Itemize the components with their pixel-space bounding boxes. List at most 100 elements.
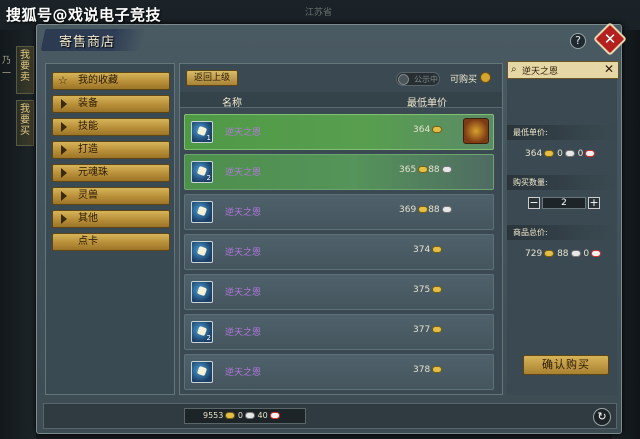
unit-price-value: 364 0 0 xyxy=(525,149,596,159)
category-label: 灵兽 xyxy=(78,190,98,201)
listing-header: 名称 最低单价 xyxy=(180,92,502,109)
expand-arrow-icon xyxy=(61,168,67,178)
quantity-field[interactable]: 2 xyxy=(542,197,586,209)
item-name: 逆天之恩 xyxy=(225,288,262,298)
listing-row[interactable]: 2 逆天之恩 377 xyxy=(184,314,494,350)
silver-coin-icon xyxy=(441,206,452,213)
category-equipment[interactable]: 装备 xyxy=(52,95,170,113)
quantity-section: 购买数量: xyxy=(507,175,617,190)
gold-coin-icon xyxy=(544,250,555,257)
item-name: 逆天之恩 xyxy=(225,368,262,378)
toggle-knob xyxy=(398,74,409,85)
item-icon xyxy=(191,281,213,303)
item-price: 369 88 xyxy=(399,205,452,215)
total-price-section: 商品总价: xyxy=(507,225,617,240)
category-pets[interactable]: 灵兽 xyxy=(52,187,170,205)
item-icon: 2 xyxy=(191,161,213,183)
star-icon: ☆ xyxy=(58,74,68,87)
listing-row[interactable]: 逆天之恩 375 xyxy=(184,274,494,310)
refresh-button[interactable]: ↻ xyxy=(593,408,611,426)
item-price: 364 xyxy=(413,125,443,135)
item-name: 逆天之恩 xyxy=(225,248,262,258)
bound-coin-icon xyxy=(591,250,602,257)
category-forging[interactable]: 打造 xyxy=(52,141,170,159)
side-hint-text: 乃一 xyxy=(2,56,12,79)
listing-row[interactable]: 2 逆天之恩 365 88 xyxy=(184,154,494,190)
item-icon xyxy=(191,241,213,263)
expand-arrow-icon xyxy=(61,145,67,155)
bound-coin-icon xyxy=(585,150,596,157)
purchase-panel: ⌕ 逆天之恩 ✕ 最低单价: 364 0 0 购买数量: − 2 + 商品总价:… xyxy=(507,61,619,395)
item-price: 365 88 xyxy=(399,165,452,175)
item-name: 逆天之恩 xyxy=(225,208,262,218)
back-button[interactable]: 返回上级 xyxy=(186,70,238,86)
gold-coin-icon xyxy=(418,206,429,213)
category-label: 元魂珠 xyxy=(78,167,108,178)
item-icon xyxy=(191,201,213,223)
merchant-icon xyxy=(463,118,489,144)
listing-row[interactable]: 逆天之恩 369 88 xyxy=(184,194,494,230)
category-other[interactable]: 其他 xyxy=(52,210,170,228)
listing-row[interactable]: 逆天之恩 374 xyxy=(184,234,494,270)
search-input[interactable]: ⌕ 逆天之恩 ✕ xyxy=(507,61,619,79)
category-soul-beads[interactable]: 元魂珠 xyxy=(52,164,170,182)
expand-arrow-icon xyxy=(61,122,67,132)
item-icon xyxy=(191,361,213,383)
item-icon: 2 xyxy=(191,321,213,343)
gold-coin-icon xyxy=(432,126,443,133)
category-panel: ☆ 我的收藏 装备 技能 打造 元魂珠 灵兽 其他 点卡 xyxy=(45,63,175,395)
category-label: 装备 xyxy=(78,98,98,109)
item-price: 378 xyxy=(413,365,443,375)
tab-sell[interactable]: 我要卖 xyxy=(16,46,34,94)
gold-coin-icon xyxy=(432,366,443,373)
listing-row[interactable]: 1 逆天之恩 364 xyxy=(184,114,494,150)
background-location-text: 江苏省 xyxy=(305,8,333,18)
expand-arrow-icon xyxy=(61,99,67,109)
category-label: 我的收藏 xyxy=(78,75,118,86)
silver-coin-icon xyxy=(245,412,255,419)
window-title: 寄售商店 xyxy=(59,35,116,50)
silver-coin-icon xyxy=(564,150,575,157)
wallet-bar: 9553 0 40 ↻ xyxy=(43,403,617,429)
gold-coin-icon xyxy=(432,246,443,253)
silver-coin-icon xyxy=(570,250,581,257)
clear-search-icon[interactable]: ✕ xyxy=(604,62,614,76)
category-label: 点卡 xyxy=(78,236,98,247)
category-favorites[interactable]: ☆ 我的收藏 xyxy=(52,72,170,90)
item-price: 374 xyxy=(413,245,443,255)
publicity-toggle[interactable]: 公示中 xyxy=(396,72,440,86)
quantity-decrease-button[interactable]: − xyxy=(528,197,540,209)
gold-coin-icon xyxy=(544,150,555,157)
item-price: 377 xyxy=(413,325,443,335)
header-price: 最低单价 xyxy=(407,98,447,109)
tab-buy[interactable]: 我要买 xyxy=(16,100,34,146)
search-value: 逆天之恩 xyxy=(522,67,559,77)
consignment-shop-window: 寄售商店 ? ✕ ☆ 我的收藏 装备 技能 打造 元魂珠 灵兽 其他 点卡 返回上… xyxy=(36,22,627,434)
header-name: 名称 xyxy=(222,98,242,109)
buyable-label: 可购买 xyxy=(450,75,478,85)
gold-coin-icon xyxy=(432,326,443,333)
wallet-balance: 9553 0 40 xyxy=(184,408,306,424)
total-price-value: 729 88 0 xyxy=(525,249,602,259)
gold-coin-icon xyxy=(418,166,429,173)
help-button[interactable]: ? xyxy=(570,33,586,49)
category-point-cards[interactable]: 点卡 xyxy=(52,233,170,251)
watermark: 搜狐号@戏说电子竞技 xyxy=(6,6,162,24)
listing-row[interactable]: 逆天之恩 378 xyxy=(184,354,494,390)
category-label: 其他 xyxy=(78,213,98,224)
close-button[interactable]: ✕ xyxy=(593,22,627,56)
category-skills[interactable]: 技能 xyxy=(52,118,170,136)
close-icon: ✕ xyxy=(603,30,617,48)
listing-panel: 返回上级 公示中 可购买 名称 最低单价 1 逆天之恩 364 2 逆天之恩 3… xyxy=(179,63,503,395)
confirm-purchase-button[interactable]: 确认购买 xyxy=(523,355,609,375)
item-name: 逆天之恩 xyxy=(225,128,262,138)
search-icon: ⌕ xyxy=(511,64,517,75)
item-price: 375 xyxy=(413,285,443,295)
buyable-radio[interactable] xyxy=(480,72,491,83)
bound-coin-icon xyxy=(269,412,280,419)
quantity-increase-button[interactable]: + xyxy=(588,197,600,209)
gold-coin-icon xyxy=(225,412,236,419)
expand-arrow-icon xyxy=(61,191,67,201)
expand-arrow-icon xyxy=(61,214,67,224)
item-name: 逆天之恩 xyxy=(225,168,262,178)
